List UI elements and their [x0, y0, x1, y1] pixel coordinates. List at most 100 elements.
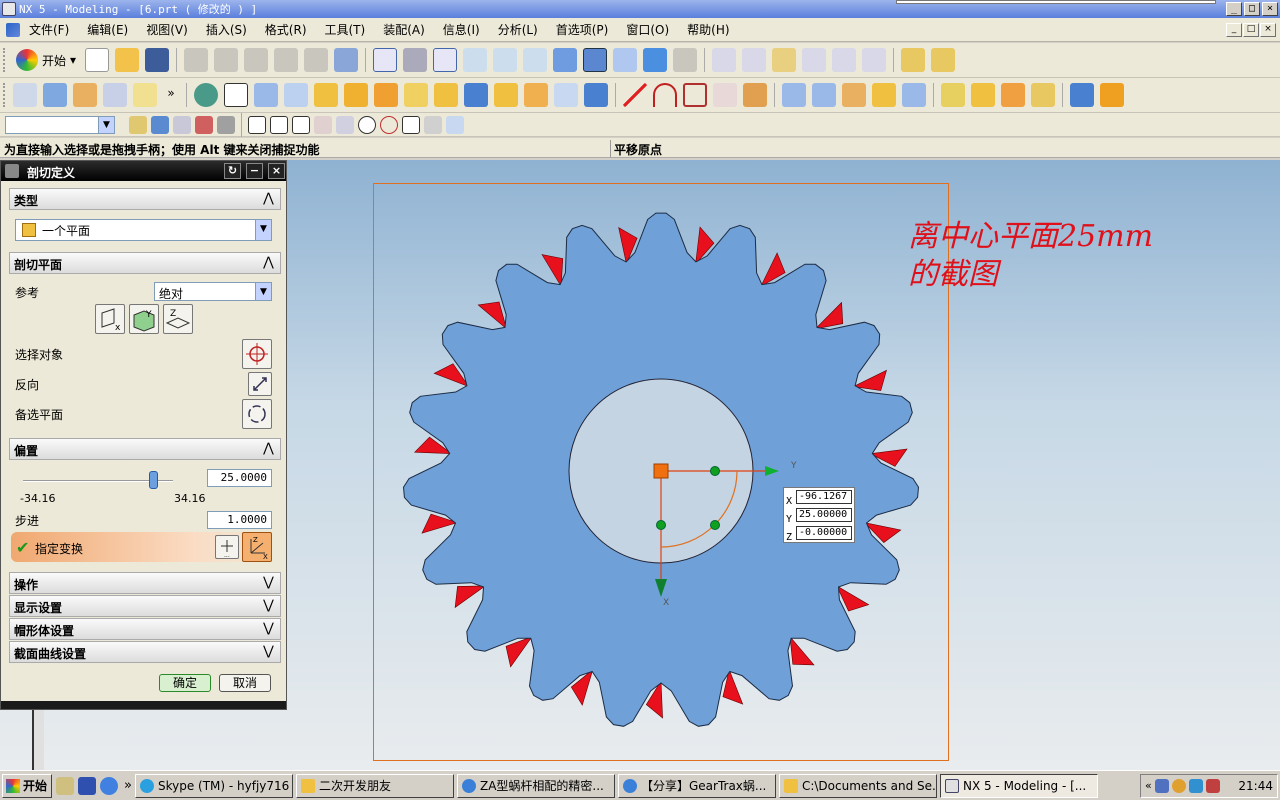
plane-y-button[interactable]: Y — [129, 304, 159, 334]
snap-control-point-icon[interactable] — [314, 115, 332, 134]
extrude-icon[interactable] — [43, 83, 67, 107]
thread-icon[interactable] — [584, 83, 608, 107]
snap-quadrant-icon[interactable] — [380, 115, 398, 134]
dialog-titlebar[interactable]: 剖切定义 ↻ − × — [1, 161, 286, 181]
reference-select[interactable]: 绝对 ▼ — [154, 282, 272, 301]
line-icon[interactable] — [623, 83, 647, 107]
volume-icon[interactable] — [1188, 778, 1203, 793]
window-minimize-button[interactable]: _ — [1226, 2, 1242, 16]
rotation-handle[interactable] — [710, 520, 720, 530]
step-value-input[interactable]: 1.0000 — [207, 511, 272, 529]
trim-body-icon[interactable] — [1070, 83, 1094, 107]
doc-restore-button[interactable]: □ — [1243, 22, 1259, 37]
reverse-direction-button[interactable] — [248, 372, 272, 396]
menu-help[interactable]: 帮助(H) — [678, 21, 738, 38]
window-restore-button[interactable]: □ — [1244, 2, 1260, 16]
groove-icon[interactable] — [524, 83, 548, 107]
section-plane-header[interactable]: 剖切平面 ⋀ — [9, 252, 281, 274]
undo-selection-icon[interactable] — [151, 115, 169, 134]
slot-icon[interactable] — [494, 83, 518, 107]
measure-distance-icon[interactable] — [901, 48, 926, 72]
menu-assembly[interactable]: 装配(A) — [374, 21, 434, 38]
bounded-plane-icon[interactable] — [842, 83, 866, 107]
snap-mid-icon[interactable] — [772, 48, 797, 72]
gear-section-view[interactable]: Y X — [373, 183, 949, 761]
window-close-button[interactable]: × — [1262, 2, 1278, 16]
network-icon[interactable] — [1154, 778, 1169, 793]
snap-existing-point-icon[interactable] — [402, 115, 420, 134]
resource-bar-strip[interactable] — [32, 706, 44, 770]
ok-button[interactable]: 确定 — [159, 674, 211, 692]
menu-window[interactable]: 窗口(O) — [617, 21, 678, 38]
taskbar-item-explorer[interactable]: C:\Documents and Se... — [778, 773, 937, 798]
quick-pick-icon[interactable] — [217, 115, 235, 134]
spline-icon[interactable] — [713, 83, 737, 107]
type-filter-combo[interactable]: ▼ — [5, 115, 115, 134]
snap-center-icon[interactable] — [802, 48, 827, 72]
redo-icon[interactable] — [304, 48, 329, 72]
section-operation-header[interactable]: 操作 ⋁ — [9, 572, 281, 594]
section-cap-header[interactable]: 帽形体设置 ⋁ — [9, 618, 281, 640]
cancel-button[interactable]: 取消 — [219, 674, 271, 692]
select-object-button[interactable] — [242, 339, 272, 369]
cylinder-icon[interactable] — [284, 83, 308, 107]
quicklaunch-ie-icon[interactable] — [100, 776, 118, 795]
alternate-plane-button[interactable] — [242, 399, 272, 429]
toolbar-grip[interactable] — [3, 83, 7, 107]
taskbar-item-browser-1[interactable]: ZA型蜗杆相配的精密... — [456, 773, 615, 798]
start-menu-button[interactable]: 开始 ▾ — [10, 49, 82, 71]
zoom-window-icon[interactable] — [403, 48, 428, 72]
snap-end-icon[interactable] — [742, 48, 767, 72]
section-display-header[interactable]: 显示设置 ⋁ — [9, 595, 281, 617]
through-mesh-icon[interactable] — [812, 83, 836, 107]
offset-value-input[interactable]: 25.0000 — [207, 469, 272, 487]
shell-icon[interactable] — [1001, 83, 1025, 107]
section-view-icon[interactable] — [583, 48, 608, 72]
rotate-icon[interactable] — [493, 48, 518, 72]
sweep-icon[interactable] — [103, 83, 127, 107]
cone-icon[interactable] — [314, 83, 338, 107]
chamfer-icon[interactable] — [971, 83, 995, 107]
fit-view-icon[interactable] — [373, 48, 398, 72]
primitive-shape-icon[interactable] — [194, 83, 218, 107]
quicklaunch-anchor-icon[interactable] — [78, 776, 96, 795]
copy-icon[interactable] — [214, 48, 239, 72]
select-filter-icon[interactable] — [334, 48, 359, 72]
sketch-icon[interactable] — [13, 83, 37, 107]
quicklaunch-more[interactable]: » — [124, 778, 132, 793]
basic-curves-icon[interactable] — [683, 83, 707, 107]
pocket-icon[interactable] — [434, 83, 458, 107]
coord-x-input[interactable]: -96.1267 — [796, 490, 852, 504]
menu-information[interactable]: 信息(I) — [434, 21, 489, 38]
snap-quad-icon[interactable] — [832, 48, 857, 72]
menu-insert[interactable]: 插入(S) — [197, 21, 256, 38]
csys-dialog-button[interactable]: ZX — [242, 532, 272, 562]
quicklaunch-icon[interactable] — [56, 776, 74, 795]
zoom-area-icon[interactable] — [433, 48, 458, 72]
measure-angle-icon[interactable] — [931, 48, 956, 72]
boss-icon[interactable] — [404, 83, 428, 107]
origin-handle[interactable] — [653, 463, 669, 479]
offset-slider-thumb[interactable] — [148, 471, 158, 489]
collapse-icon[interactable]: − — [246, 163, 263, 179]
paste-icon[interactable] — [244, 48, 269, 72]
split-body-icon[interactable] — [1100, 83, 1124, 107]
menu-edit[interactable]: 编辑(E) — [78, 21, 137, 38]
tray-expand[interactable]: « — [1145, 779, 1152, 792]
snap-control-icon[interactable] — [862, 48, 887, 72]
menu-tools[interactable]: 工具(T) — [316, 21, 375, 38]
menu-analysis[interactable]: 分析(L) — [489, 21, 547, 38]
messenger-icon[interactable] — [1171, 778, 1186, 793]
swept-surface-icon[interactable] — [902, 83, 926, 107]
taskbar-item-skype[interactable]: Skype (TM) - hyfjy716 — [134, 773, 293, 798]
rotation-handle[interactable] — [710, 466, 720, 476]
rotation-handle[interactable] — [656, 520, 666, 530]
toolbar-grip[interactable] — [3, 48, 7, 72]
coord-y-input[interactable]: 25.00000 — [796, 508, 852, 522]
perspective-icon[interactable] — [553, 48, 578, 72]
save-icon[interactable] — [145, 48, 170, 72]
menu-view[interactable]: 视图(V) — [137, 21, 197, 38]
section-type-select[interactable]: 一个平面 ▼ — [15, 219, 272, 241]
offset-curve-icon[interactable] — [743, 83, 767, 107]
menu-preferences[interactable]: 首选项(P) — [547, 21, 618, 38]
